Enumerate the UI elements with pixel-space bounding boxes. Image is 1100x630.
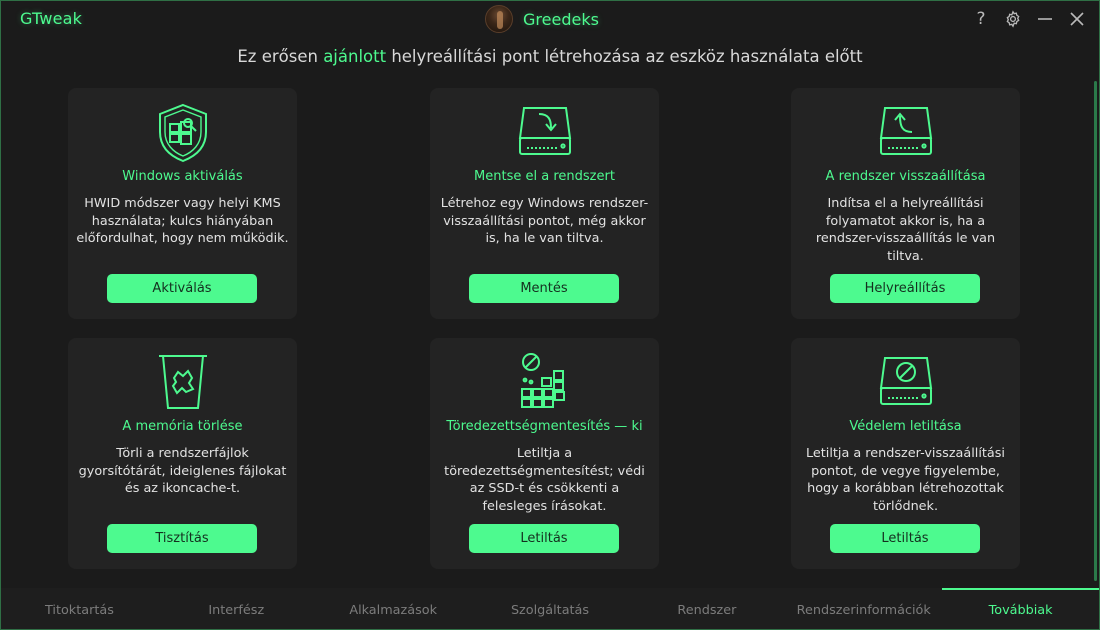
restore-button[interactable]: Helyreállítás <box>830 274 980 303</box>
gear-icon[interactable] <box>1001 7 1025 31</box>
card-defrag-off: Töredezettségmentesítés — ki Letiltja a … <box>430 338 659 569</box>
card-title: Védelem letiltása <box>849 419 962 434</box>
drive-disabled-icon <box>791 352 1020 416</box>
brand: Greedeks <box>485 4 599 34</box>
card-clear-memory: A memória törlése Törli a rendszerfájlok… <box>68 338 297 569</box>
card-title: Mentse el a rendszert <box>474 169 615 184</box>
card-description: Létrehoz egy Windows rendszer-visszaállí… <box>440 196 649 247</box>
disable-defrag-button[interactable]: Letiltás <box>469 524 619 553</box>
headline-suffix: helyreállítási pont létrehozása az eszkö… <box>386 47 863 66</box>
bottom-tab-bar: Titoktartás Interfész Alkalmazások Szolg… <box>1 588 1099 629</box>
card-save-system: Mentse el a rendszert Létrehoz egy Windo… <box>430 88 659 319</box>
card-windows-activation: Windows aktiválás HWID módszer vagy hely… <box>68 88 297 319</box>
drive-restore-icon <box>791 102 1020 166</box>
close-icon[interactable] <box>1065 7 1089 31</box>
headline-highlight: ajánlott <box>323 47 387 66</box>
help-icon[interactable]: ? <box>969 7 993 31</box>
tab-privacy[interactable]: Titoktartás <box>1 588 158 629</box>
disable-protection-button[interactable]: Letiltás <box>830 524 980 553</box>
app-window: GTweak Greedeks ? Ez erősen ajánlott hel… <box>0 0 1100 630</box>
card-title: A memória törlése <box>122 419 243 434</box>
avatar <box>485 5 513 33</box>
card-title: Windows aktiválás <box>122 169 243 184</box>
drive-save-icon <box>430 102 659 166</box>
windows-shield-icon <box>68 102 297 166</box>
tab-interface[interactable]: Interfész <box>158 588 315 629</box>
card-description: HWID módszer vagy helyi KMS használata; … <box>76 196 289 247</box>
activate-button[interactable]: Aktiválás <box>107 274 257 303</box>
headline-prefix: Ez erősen <box>237 47 324 66</box>
tab-system-info[interactable]: Rendszerinformációk <box>785 588 942 629</box>
tab-more[interactable]: Továbbiak <box>942 588 1099 629</box>
recycle-bin-icon <box>68 352 297 416</box>
card-description: Letiltja a töredezettségmentesítést; véd… <box>444 446 645 514</box>
card-system-restore: A rendszer visszaállítása Indítsa el a h… <box>791 88 1020 319</box>
title-bar[interactable]: GTweak Greedeks ? <box>1 1 1099 37</box>
clean-button[interactable]: Tisztítás <box>107 524 257 553</box>
tab-services[interactable]: Szolgáltatás <box>472 588 629 629</box>
save-button[interactable]: Mentés <box>469 274 619 303</box>
tab-applications[interactable]: Alkalmazások <box>315 588 472 629</box>
page-headline: Ez erősen ajánlott helyreállítási pont l… <box>1 47 1099 66</box>
defrag-blocks-icon <box>430 352 659 416</box>
card-title: Töredezettségmentesítés — ki <box>446 419 643 434</box>
app-title: GTweak <box>20 9 83 28</box>
card-disable-protection: Védelem letiltása Letiltja a rendszer-vi… <box>791 338 1020 569</box>
card-description: Indítsa el a helyreállítási folyamatot a… <box>815 196 996 264</box>
card-title: A rendszer visszaállítása <box>825 169 986 184</box>
tab-system[interactable]: Rendszer <box>628 588 785 629</box>
card-description: Törli a rendszerfájlok gyorsítótárát, id… <box>78 446 287 497</box>
window-controls: ? <box>969 7 1089 31</box>
brand-name: Greedeks <box>523 9 599 29</box>
card-description: Letiltja a rendszer-visszaállítási ponto… <box>806 446 1005 514</box>
minimize-icon[interactable] <box>1033 7 1057 31</box>
scrollbar[interactable] <box>1094 81 1097 581</box>
